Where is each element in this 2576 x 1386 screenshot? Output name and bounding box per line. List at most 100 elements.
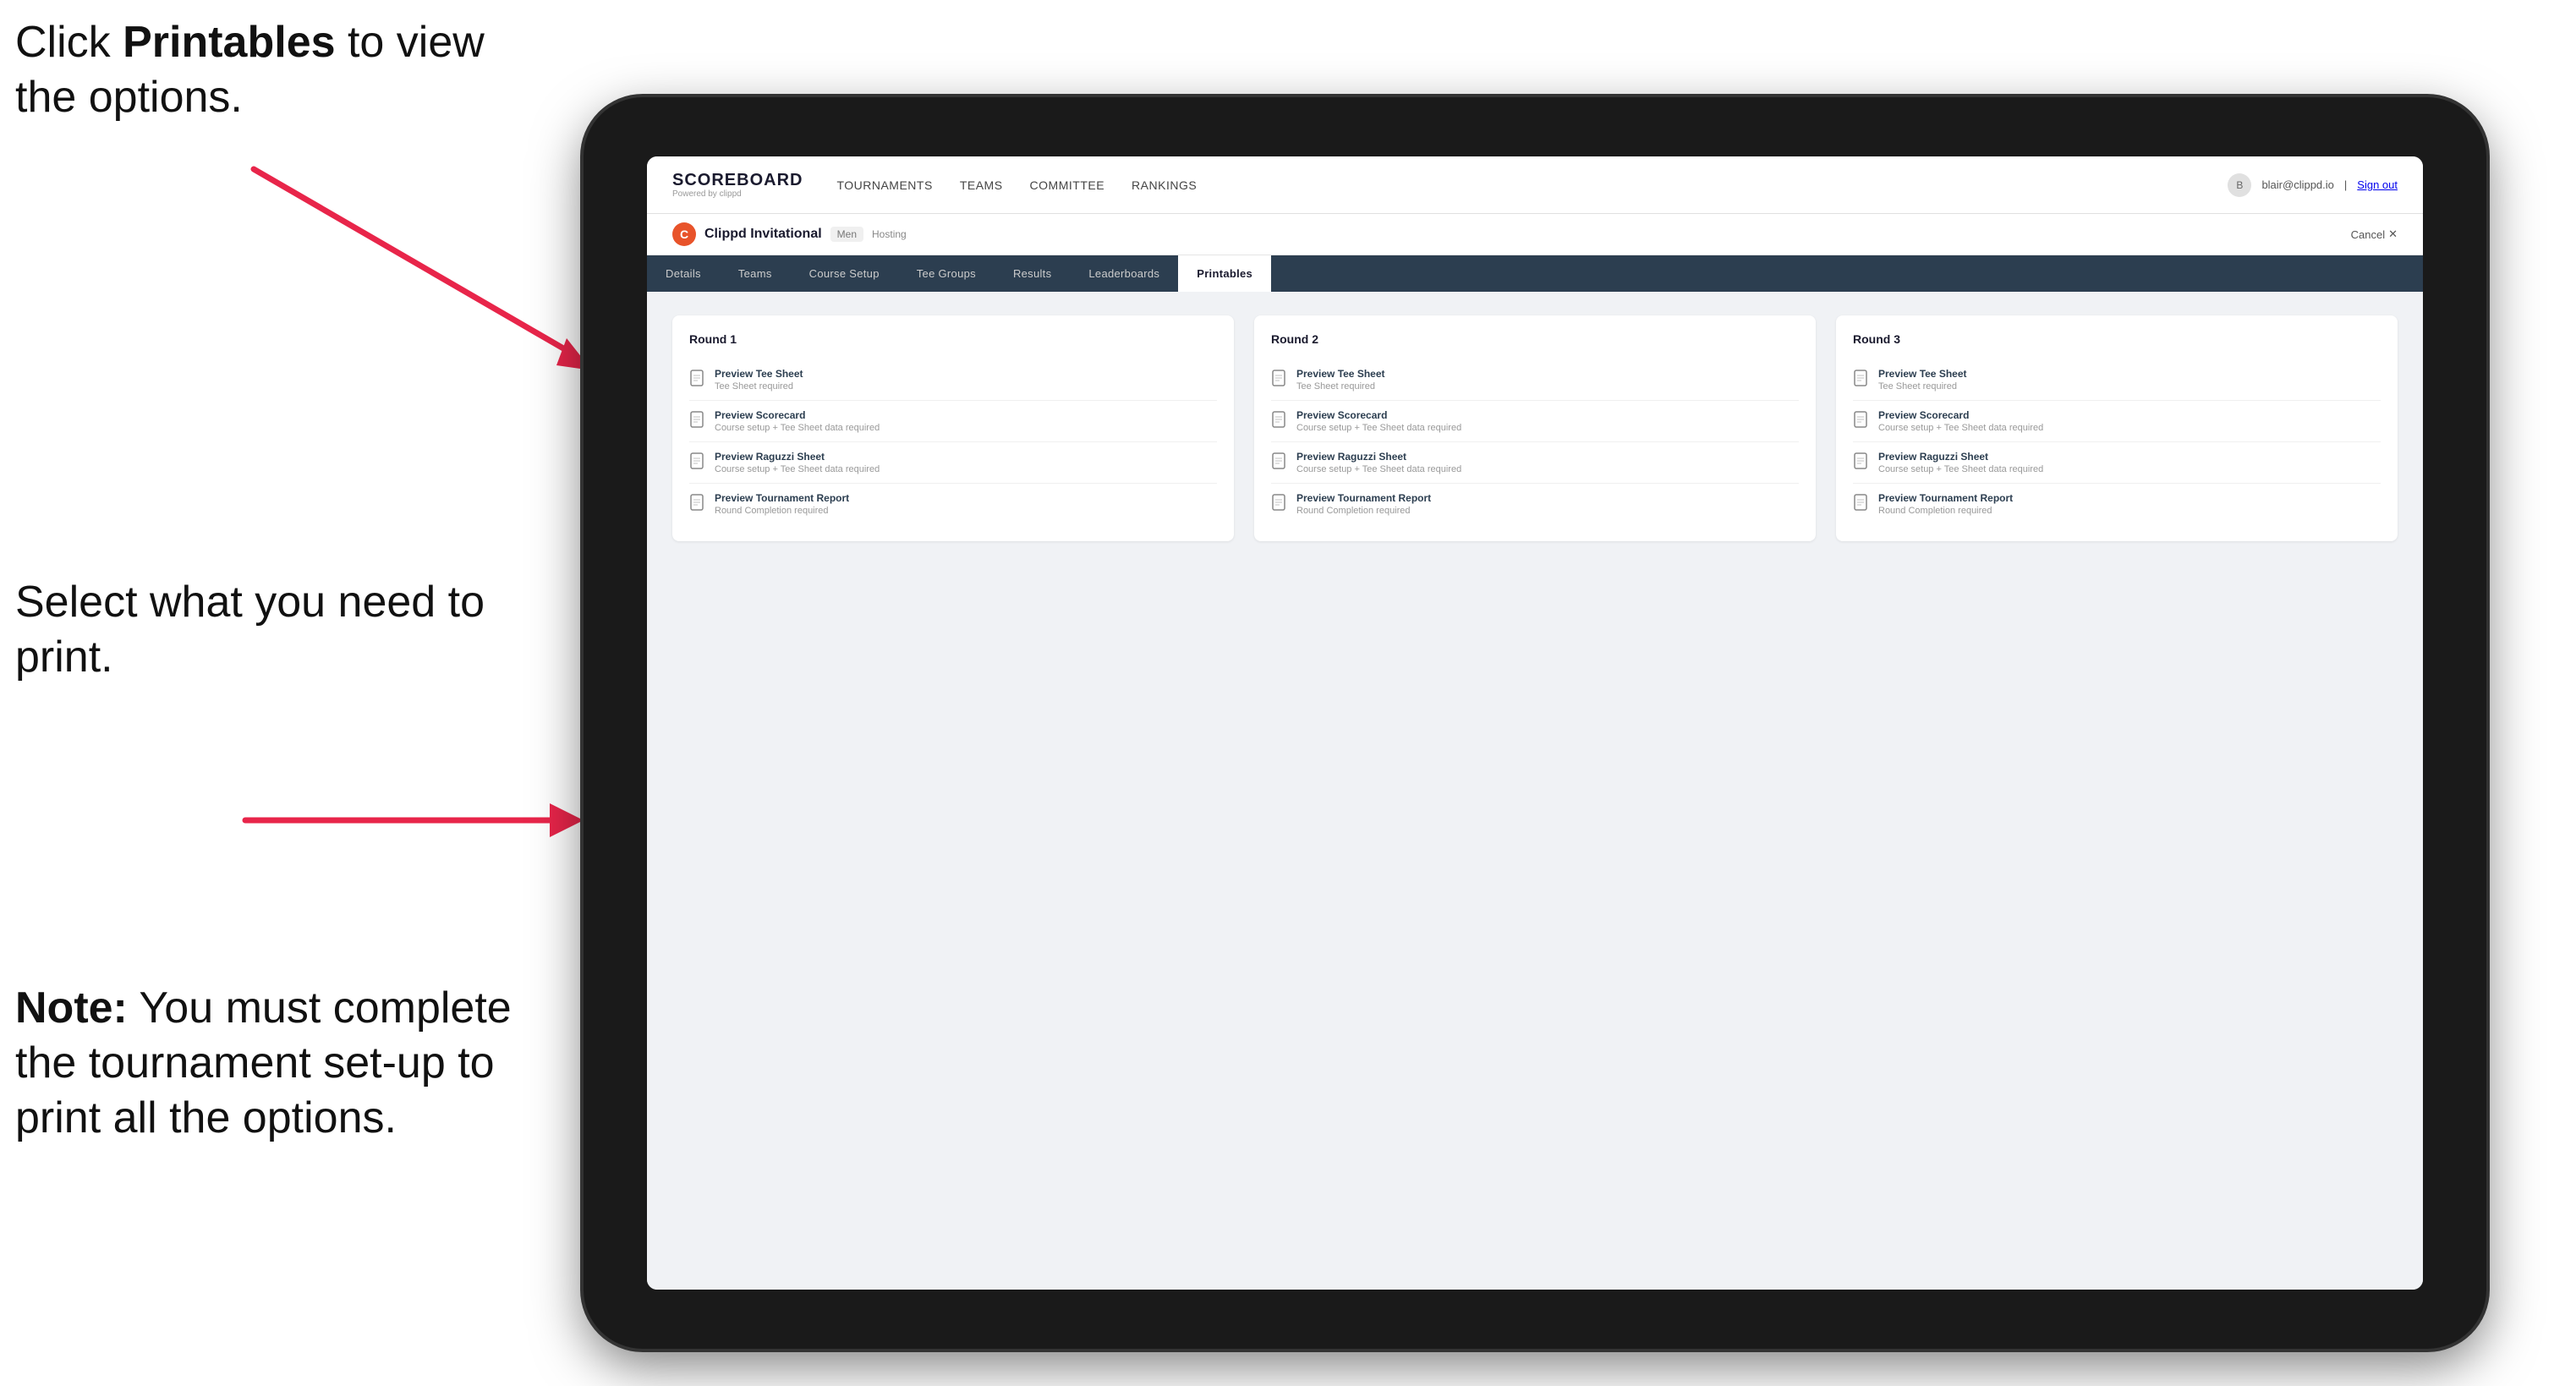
tablet-screen: SCOREBOARD Powered by clippd TOURNAMENTS…: [647, 156, 2423, 1290]
tab-nav: Details Teams Course Setup Tee Groups Re…: [647, 255, 2423, 292]
tab-teams[interactable]: Teams: [720, 255, 791, 292]
round-1-title: Round 1: [689, 332, 1217, 346]
round2-tournament-report[interactable]: Preview Tournament Report Round Completi…: [1271, 484, 1799, 524]
user-email: blair@clippd.io: [2261, 178, 2333, 191]
round1-tee-sheet-title: Preview Tee Sheet: [715, 368, 803, 380]
round3-tournament-report[interactable]: Preview Tournament Report Round Completi…: [1853, 484, 2381, 524]
tournament-logo-letter: C: [680, 227, 688, 241]
round2-tee-sheet[interactable]: Preview Tee Sheet Tee Sheet required: [1271, 359, 1799, 401]
round1-scorecard-title: Preview Scorecard: [715, 409, 880, 421]
round2-scorecard-text: Preview Scorecard Course setup + Tee She…: [1296, 409, 1461, 433]
round1-tournament-report-subtitle: Round Completion required: [715, 506, 849, 516]
round2-raguzzi-subtitle: Course setup + Tee Sheet data required: [1296, 464, 1461, 474]
round1-tournament-report-title: Preview Tournament Report: [715, 492, 849, 504]
round1-tee-sheet-subtitle: Tee Sheet required: [715, 381, 803, 392]
round2-raguzzi[interactable]: Preview Raguzzi Sheet Course setup + Tee…: [1271, 442, 1799, 484]
round2-tee-sheet-title: Preview Tee Sheet: [1296, 368, 1385, 380]
tab-results[interactable]: Results: [995, 255, 1070, 292]
brand-sub: Powered by clippd: [672, 189, 803, 199]
document-icon-9: [1853, 370, 1870, 390]
round-1-section: Round 1 Preview Tee Sheet: [672, 315, 1234, 541]
tab-leaderboards[interactable]: Leaderboards: [1070, 255, 1178, 292]
round1-tournament-report[interactable]: Preview Tournament Report Round Completi…: [689, 484, 1217, 524]
round-2-title: Round 2: [1271, 332, 1799, 346]
nav-tournaments[interactable]: TOURNAMENTS: [836, 178, 932, 192]
tournament-status: Hosting: [872, 228, 907, 240]
nav-teams[interactable]: TEAMS: [960, 178, 1003, 192]
tab-tee-groups[interactable]: Tee Groups: [898, 255, 995, 292]
round2-tee-sheet-subtitle: Tee Sheet required: [1296, 381, 1385, 392]
nav-committee[interactable]: COMMITTEE: [1030, 178, 1105, 192]
round3-tournament-report-subtitle: Round Completion required: [1878, 506, 2013, 516]
tab-printables[interactable]: Printables: [1178, 255, 1271, 292]
round3-scorecard-subtitle: Course setup + Tee Sheet data required: [1878, 423, 2043, 433]
round3-scorecard-text: Preview Scorecard Course setup + Tee She…: [1878, 409, 2043, 433]
instruction-top-text: Click: [15, 18, 123, 67]
tournament-name: Clippd Invitational: [704, 227, 822, 242]
document-icon-6: [1271, 411, 1288, 431]
document-icon-3: [689, 452, 706, 473]
brand-name: SCOREBOARD: [672, 171, 803, 189]
round2-tournament-report-subtitle: Round Completion required: [1296, 506, 1431, 516]
document-icon-8: [1271, 494, 1288, 514]
round3-tee-sheet-title: Preview Tee Sheet: [1878, 368, 1967, 380]
instruction-middle-text: Select what you need to print.: [15, 578, 485, 682]
round3-tournament-report-text: Preview Tournament Report Round Completi…: [1878, 492, 2013, 516]
arrow-top-icon: [203, 144, 626, 381]
round-3-section: Round 3 Preview Tee Sheet Tee Sheet requ…: [1836, 315, 2398, 541]
document-icon-4: [689, 494, 706, 514]
tab-details[interactable]: Details: [647, 255, 720, 292]
round1-scorecard[interactable]: Preview Scorecard Course setup + Tee She…: [689, 401, 1217, 442]
instruction-middle: Select what you need to print.: [15, 575, 523, 685]
round1-raguzzi-subtitle: Course setup + Tee Sheet data required: [715, 464, 880, 474]
round1-raguzzi[interactable]: Preview Raguzzi Sheet Course setup + Tee…: [689, 442, 1217, 484]
round2-tee-sheet-text: Preview Tee Sheet Tee Sheet required: [1296, 368, 1385, 392]
top-nav: SCOREBOARD Powered by clippd TOURNAMENTS…: [647, 156, 2423, 214]
document-icon-10: [1853, 411, 1870, 431]
main-content: Round 1 Preview Tee Sheet: [647, 292, 2423, 1290]
document-icon-5: [1271, 370, 1288, 390]
tournament-header: C Clippd Invitational Men Hosting Cancel…: [647, 214, 2423, 255]
round2-raguzzi-text: Preview Raguzzi Sheet Course setup + Tee…: [1296, 451, 1461, 474]
cancel-icon: ✕: [2388, 227, 2398, 241]
document-icon-2: [689, 411, 706, 431]
round3-tee-sheet-subtitle: Tee Sheet required: [1878, 381, 1967, 392]
round1-raguzzi-title: Preview Raguzzi Sheet: [715, 451, 880, 463]
document-icon-7: [1271, 452, 1288, 473]
round2-scorecard-subtitle: Course setup + Tee Sheet data required: [1296, 423, 1461, 433]
tablet-device: SCOREBOARD Powered by clippd TOURNAMENTS…: [584, 97, 2486, 1349]
round1-tournament-report-text: Preview Tournament Report Round Completi…: [715, 492, 849, 516]
round2-raguzzi-title: Preview Raguzzi Sheet: [1296, 451, 1461, 463]
round1-scorecard-text: Preview Scorecard Course setup + Tee She…: [715, 409, 880, 433]
tab-course-setup[interactable]: Course Setup: [791, 255, 898, 292]
arrow-middle-icon: [211, 770, 600, 871]
printables-bold: Printables: [123, 18, 335, 67]
top-nav-right: B blair@clippd.io | Sign out: [2228, 173, 2398, 197]
round2-scorecard[interactable]: Preview Scorecard Course setup + Tee She…: [1271, 401, 1799, 442]
round3-scorecard[interactable]: Preview Scorecard Course setup + Tee She…: [1853, 401, 2381, 442]
top-nav-links: TOURNAMENTS TEAMS COMMITTEE RANKINGS: [836, 178, 1197, 192]
round3-raguzzi-title: Preview Raguzzi Sheet: [1878, 451, 2043, 463]
tournament-title: C Clippd Invitational Men Hosting: [672, 222, 907, 246]
round2-tournament-report-text: Preview Tournament Report Round Completi…: [1296, 492, 1431, 516]
round1-tee-sheet[interactable]: Preview Tee Sheet Tee Sheet required: [689, 359, 1217, 401]
round3-tee-sheet[interactable]: Preview Tee Sheet Tee Sheet required: [1853, 359, 2381, 401]
top-nav-left: SCOREBOARD Powered by clippd TOURNAMENTS…: [672, 171, 1197, 199]
round2-tournament-report-title: Preview Tournament Report: [1296, 492, 1431, 504]
brand: SCOREBOARD Powered by clippd: [672, 171, 803, 199]
rounds-grid: Round 1 Preview Tee Sheet: [672, 315, 2398, 541]
instruction-bottom: Note: You must complete the tournament s…: [15, 981, 556, 1146]
note-bold: Note:: [15, 983, 128, 1033]
round1-scorecard-subtitle: Course setup + Tee Sheet data required: [715, 423, 880, 433]
round3-tee-sheet-text: Preview Tee Sheet Tee Sheet required: [1878, 368, 1967, 392]
round3-raguzzi-text: Preview Raguzzi Sheet Course setup + Tee…: [1878, 451, 2043, 474]
cancel-button[interactable]: Cancel ✕: [2351, 227, 2398, 241]
nav-rankings[interactable]: RANKINGS: [1132, 178, 1197, 192]
round3-raguzzi[interactable]: Preview Raguzzi Sheet Course setup + Tee…: [1853, 442, 2381, 484]
user-avatar: B: [2228, 173, 2251, 197]
round-2-section: Round 2 Preview Tee Sheet Tee Sheet requ…: [1254, 315, 1816, 541]
document-icon-11: [1853, 452, 1870, 473]
sign-out-link[interactable]: Sign out: [2357, 178, 2398, 191]
round3-scorecard-title: Preview Scorecard: [1878, 409, 2043, 421]
round3-tournament-report-title: Preview Tournament Report: [1878, 492, 2013, 504]
